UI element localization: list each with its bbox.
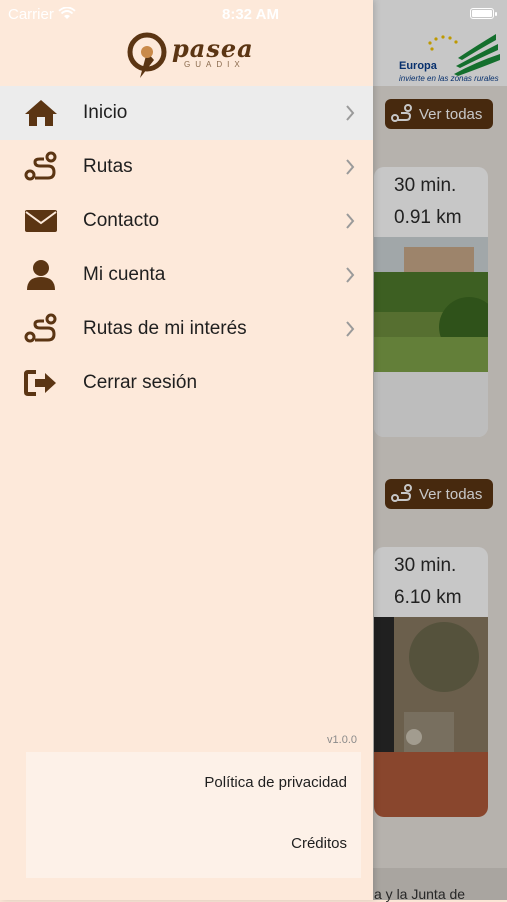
carrier-text: Carrier [8, 6, 54, 23]
chevron-right-icon [346, 321, 355, 337]
menu-item-rutas-de-mi-interes[interactable]: Rutas de mi interés [0, 302, 373, 356]
brand-subtitle: GUADIX [184, 60, 245, 69]
status-time: 8:32 AM [222, 6, 279, 23]
credits-link[interactable]: Créditos [291, 835, 347, 852]
menu-item-rutas[interactable]: Rutas [0, 140, 373, 194]
brand-name: pasea [172, 34, 254, 63]
status-bar: Carrier 8:32 AM [0, 0, 507, 28]
side-drawer: pasea GUADIX Inicio Rutas Contacto Mi cu… [0, 0, 373, 900]
home-icon [24, 97, 58, 129]
envelope-icon [24, 205, 58, 237]
chevron-right-icon [346, 213, 355, 229]
menu-item-cerrar-sesion[interactable]: Cerrar sesión [0, 356, 373, 410]
chevron-right-icon [346, 105, 355, 121]
route-icon [24, 151, 58, 183]
drawer-menu: Inicio Rutas Contacto Mi cuenta Rutas de… [0, 86, 373, 410]
menu-item-label: Contacto [83, 210, 160, 231]
menu-item-label: Cerrar sesión [83, 372, 198, 393]
menu-item-label: Inicio [83, 102, 128, 123]
wifi-icon [58, 6, 76, 19]
battery-icon [470, 8, 497, 19]
route-icon [24, 313, 58, 345]
menu-item-mi-cuenta[interactable]: Mi cuenta [0, 248, 373, 302]
app-version: v1.0.0 [327, 734, 357, 746]
privacy-policy-link[interactable]: Política de privacidad [204, 774, 347, 791]
user-icon [24, 259, 58, 291]
menu-item-inicio[interactable]: Inicio [0, 86, 373, 140]
footer-panel [26, 752, 361, 878]
menu-item-label: Rutas [83, 156, 133, 177]
chevron-right-icon [346, 159, 355, 175]
sign-out-icon [24, 367, 58, 399]
chevron-right-icon [346, 267, 355, 283]
carrier-label: Carrier [8, 6, 76, 23]
menu-item-label: Mi cuenta [83, 264, 166, 285]
menu-item-label: Rutas de mi interés [83, 318, 247, 339]
menu-item-contacto[interactable]: Contacto [0, 194, 373, 248]
